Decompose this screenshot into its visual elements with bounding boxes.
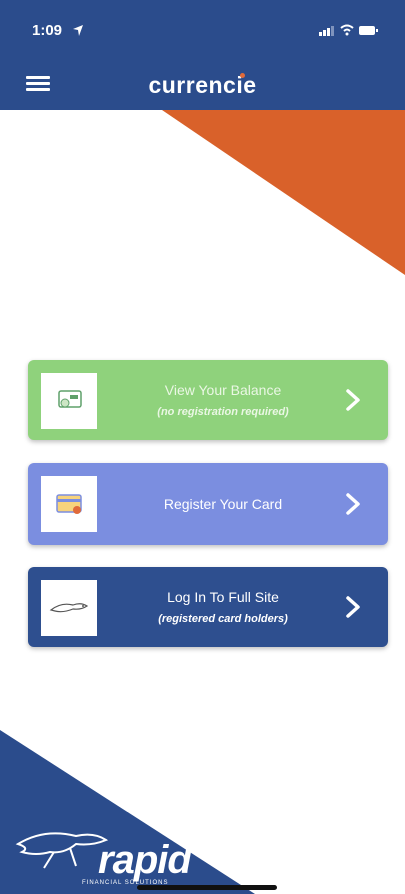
home-indicator[interactable] [137,885,277,890]
chevron-right-icon [346,389,360,411]
chevron-right-icon [346,596,360,618]
logo-dot [240,73,245,78]
cheetah-icon [41,580,97,636]
login-full-site-button[interactable]: Log In To Full Site (registered card hol… [28,567,388,647]
register-card-button[interactable]: Register Your Card [28,463,388,545]
register-title: Register Your Card [163,496,283,512]
status-time: 1:09 [32,22,63,39]
location-arrow-icon [73,25,83,36]
login-text: Log In To Full Site (registered card hol… [108,567,338,647]
blue-triangle-graphic [0,730,255,894]
rapid-brand-text: rapid [98,838,192,882]
balance-icon [41,373,97,429]
status-icons [319,24,378,36]
nav-bar: currencie [0,58,405,110]
status-bar: 1:09 [0,0,405,58]
balance-title: View Your Balance [164,382,282,398]
chevron-right-icon [346,493,360,515]
balance-text: View Your Balance (no registration requi… [108,360,338,440]
card-register-icon [41,476,97,532]
orange-triangle-graphic [162,110,405,275]
view-balance-button[interactable]: View Your Balance (no registration requi… [28,360,388,440]
login-title: Log In To Full Site [167,589,279,605]
balance-subtitle: (no registration required) [157,406,289,418]
app-logo: currencie [148,72,257,98]
login-subtitle: (registered card holders) [158,613,288,625]
register-text: Register Your Card [108,463,338,545]
